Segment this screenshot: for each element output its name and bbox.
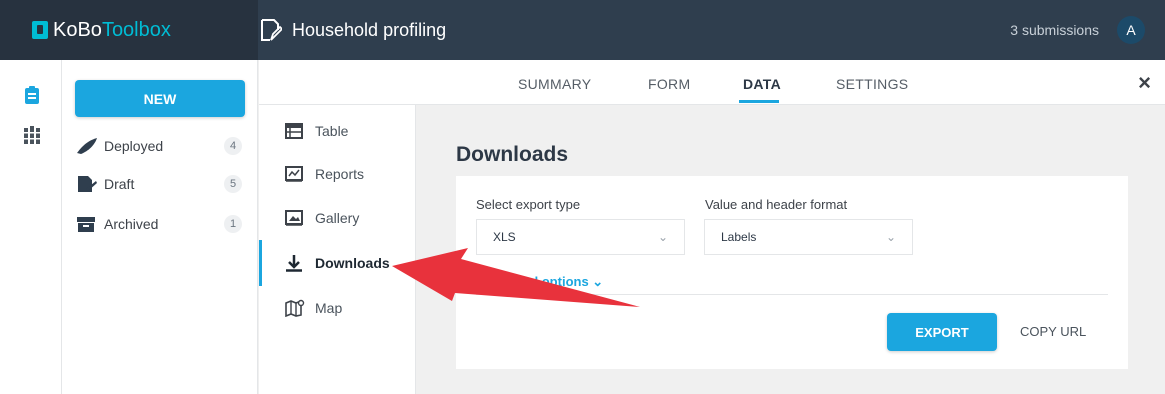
- subnav-item-label: Map: [315, 300, 343, 316]
- advanced-options-toggle[interactable]: Advanced options ⌄: [476, 274, 603, 290]
- download-icon: [285, 254, 305, 272]
- chevron-down-icon: ⌄: [657, 230, 668, 244]
- sidebar-item-draft[interactable]: Draft 5: [76, 172, 246, 196]
- form-title: Household profiling: [260, 18, 446, 42]
- page-title: Downloads: [456, 143, 569, 166]
- format-value: Labels: [721, 230, 757, 244]
- reports-icon: [285, 166, 305, 182]
- export-type-select[interactable]: XLS ⌄: [476, 219, 685, 255]
- format-select[interactable]: Labels ⌄: [704, 219, 913, 255]
- sidebar-item-label: Draft: [104, 176, 135, 192]
- library-icon[interactable]: [24, 126, 40, 144]
- count-badge: 4: [224, 137, 242, 155]
- sidebar-item-label: Deployed: [104, 138, 164, 154]
- export-type-value: XLS: [493, 230, 516, 244]
- subnav-item-table[interactable]: Table: [285, 119, 348, 143]
- table-icon: [285, 123, 305, 139]
- submissions-count: 3 submissions: [1010, 22, 1099, 38]
- tab-summary[interactable]: SUMMARY: [518, 76, 591, 92]
- project-sidebar: NEW Deployed 4 Draft 5 Archived 1: [62, 60, 258, 394]
- draft-icon: [76, 175, 98, 193]
- top-bar: KoBo Toolbox Household profiling 3 submis…: [0, 0, 1165, 60]
- data-subnav: Table Reports Gallery Downloads Map: [259, 105, 416, 394]
- map-icon: [285, 299, 305, 317]
- export-card: Select export type XLS ⌄ Value and heade…: [456, 176, 1128, 369]
- project-tabs: SUMMARY FORM DATA SETTINGS: [259, 60, 1165, 105]
- subnav-item-downloads[interactable]: Downloads: [285, 251, 390, 275]
- subnav-item-label: Reports: [315, 166, 365, 182]
- subnav-item-gallery[interactable]: Gallery: [285, 206, 359, 230]
- sidebar-item-archived[interactable]: Archived 1: [76, 212, 246, 236]
- tab-form[interactable]: FORM: [648, 76, 690, 92]
- count-badge: 5: [224, 175, 242, 193]
- advanced-options-label: Advanced options: [476, 274, 589, 289]
- form-title-text: Household profiling: [292, 19, 447, 40]
- new-button[interactable]: NEW: [75, 80, 245, 117]
- downloads-panel: Downloads Select export type XLS ⌄ Value…: [416, 105, 1165, 394]
- count-badge: 1: [224, 215, 242, 233]
- export-button[interactable]: EXPORT: [887, 313, 997, 351]
- subnav-item-label: Table: [315, 123, 349, 139]
- sidebar-item-deployed[interactable]: Deployed 4: [76, 134, 246, 158]
- active-tab-indicator: [739, 100, 779, 103]
- rocket-icon: [76, 137, 98, 155]
- copy-url-button[interactable]: COPY URL: [1020, 324, 1086, 339]
- close-icon[interactable]: ×: [1138, 72, 1151, 94]
- divider: [476, 294, 1108, 295]
- logo-text-ko: KoBo: [53, 18, 102, 41]
- format-label: Value and header format: [705, 197, 848, 212]
- form-edit-icon: [261, 19, 282, 41]
- logo-icon: [32, 21, 48, 39]
- avatar[interactable]: A: [1117, 16, 1145, 44]
- sidebar-item-label: Archived: [104, 216, 159, 232]
- tab-settings[interactable]: SETTINGS: [836, 76, 908, 92]
- archive-icon: [76, 215, 98, 233]
- export-type-label: Select export type: [476, 197, 581, 212]
- tab-data[interactable]: DATA: [743, 76, 781, 92]
- subnav-item-reports[interactable]: Reports: [285, 162, 364, 186]
- projects-icon[interactable]: [24, 86, 40, 104]
- chevron-down-icon: ⌄: [885, 230, 896, 244]
- subnav-item-label: Downloads: [315, 255, 390, 271]
- subnav-item-label: Gallery: [315, 210, 360, 226]
- subnav-item-map[interactable]: Map: [285, 296, 342, 320]
- gallery-icon: [285, 210, 305, 226]
- kobotoolbox-logo[interactable]: KoBo Toolbox: [0, 0, 258, 60]
- active-item-indicator: [259, 240, 262, 286]
- logo-text-toolbox: Toolbox: [101, 18, 171, 41]
- icon-rail: [0, 60, 62, 394]
